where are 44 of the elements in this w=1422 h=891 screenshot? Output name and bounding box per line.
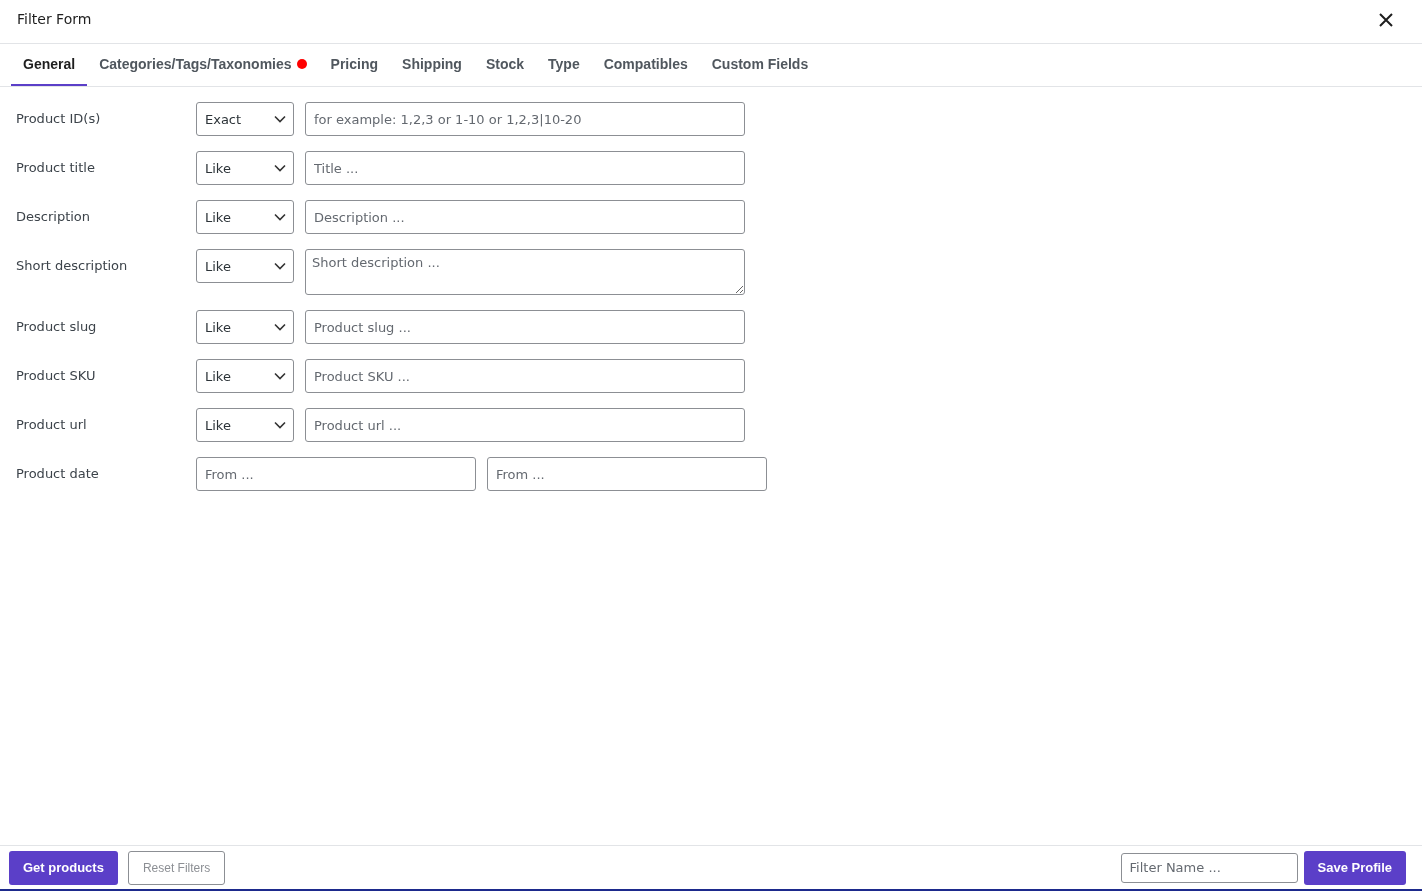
operator-select[interactable]: Exact xyxy=(196,102,294,136)
operator-select[interactable]: Like xyxy=(196,151,294,185)
field-label: Product SKU xyxy=(16,367,97,385)
chevron-down-icon xyxy=(274,262,286,270)
tab[interactable]: Custom Fields xyxy=(699,44,821,86)
field-label: Product ID(s) xyxy=(16,110,102,128)
date-to-field[interactable]: From ... xyxy=(487,457,767,491)
tab[interactable]: Type xyxy=(536,44,592,86)
chevron-down-icon xyxy=(274,323,286,331)
text-field[interactable]: Product url ... xyxy=(305,408,745,442)
window-title: Filter Form xyxy=(17,10,92,27)
tab[interactable]: General xyxy=(11,44,88,86)
tab[interactable]: Stock xyxy=(473,44,537,86)
chevron-down-icon xyxy=(274,421,286,429)
textarea-field[interactable]: Short description ... xyxy=(305,249,745,295)
chevron-down-icon xyxy=(274,213,286,221)
text-field[interactable]: for example: 1,2,3 or 1-10 or 1,2,3|10-20 xyxy=(305,102,745,136)
tab[interactable]: Shipping xyxy=(390,44,474,86)
date-from-field[interactable]: From ... xyxy=(196,457,476,491)
field-label: Product title xyxy=(16,159,96,177)
get-products-button[interactable]: Get products xyxy=(9,850,118,885)
field-label: Product url xyxy=(16,416,88,434)
text-field[interactable]: Product SKU ... xyxy=(305,359,745,393)
text-field[interactable]: Product slug ... xyxy=(305,310,745,344)
text-field[interactable]: Description ... xyxy=(305,200,745,234)
chevron-down-icon xyxy=(274,115,286,123)
field-label: Short description xyxy=(16,257,129,275)
operator-select[interactable]: Like xyxy=(196,359,294,393)
field-label: Product date xyxy=(16,465,100,483)
save-profile-button[interactable]: Save Profile xyxy=(1303,850,1406,885)
tab[interactable]: Compatibles xyxy=(591,44,700,86)
operator-select[interactable]: Like xyxy=(196,408,294,442)
operator-select[interactable]: Like xyxy=(196,249,294,283)
chevron-down-icon xyxy=(274,164,286,172)
operator-select[interactable]: Like xyxy=(196,310,294,344)
operator-select[interactable]: Like xyxy=(196,200,294,234)
field-label: Product slug xyxy=(16,318,98,336)
field-label: Description xyxy=(16,208,92,226)
close-icon[interactable] xyxy=(1379,12,1393,27)
filter-name-field[interactable]: Filter Name ... xyxy=(1120,852,1298,883)
tab[interactable]: Pricing xyxy=(318,44,391,86)
tab[interactable]: Categories/Tags/Taxonomies xyxy=(87,44,319,86)
chevron-down-icon xyxy=(274,372,286,380)
text-field[interactable]: Title ... xyxy=(305,151,745,185)
